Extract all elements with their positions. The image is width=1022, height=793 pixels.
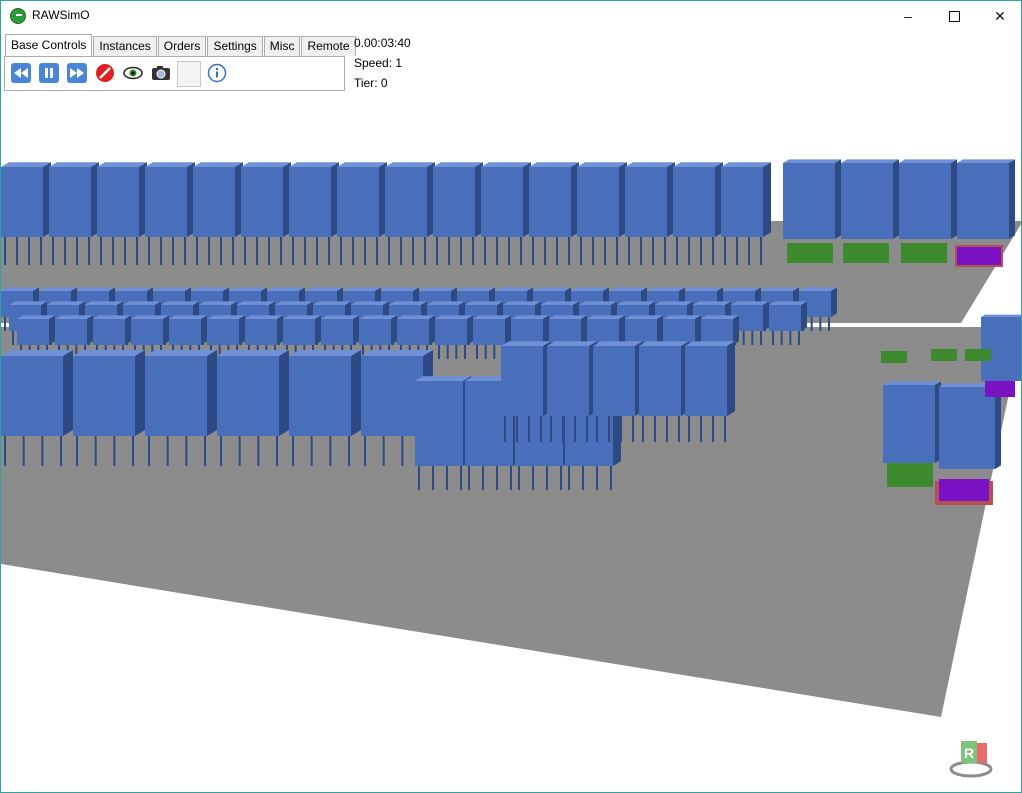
app-logo-icon <box>10 8 26 24</box>
tab-orders[interactable]: Orders <box>157 36 207 56</box>
screenshot-button[interactable] <box>151 63 171 83</box>
title-bar: RAWSimO – ✕ <box>1 1 1021 31</box>
info-icon <box>207 63 227 83</box>
pause-button[interactable] <box>39 63 59 83</box>
sim-time: 0.00:03:40 <box>354 36 411 50</box>
tab-remote[interactable]: Remote <box>301 36 356 56</box>
maximize-icon <box>948 10 960 22</box>
fast-forward-icon <box>67 63 87 83</box>
control-tabs: Base Controls Instances Orders Settings … <box>5 34 357 57</box>
pause-icon <box>39 63 59 83</box>
pod <box>981 314 1021 381</box>
output-station-bot <box>985 381 1015 397</box>
pod <box>899 159 957 239</box>
input-station <box>931 349 957 361</box>
fast-forward-button[interactable] <box>67 63 87 83</box>
input-station <box>787 243 833 263</box>
tab-settings[interactable]: Settings <box>207 36 263 56</box>
camera-icon <box>152 66 170 80</box>
pod <box>783 159 841 239</box>
minimize-button[interactable]: – <box>885 1 931 31</box>
input-station <box>881 351 907 363</box>
warehouse-3d-view[interactable] <box>1 1 1022 793</box>
eye-icon <box>123 66 143 80</box>
tab-instances[interactable]: Instances <box>93 36 157 56</box>
close-button[interactable]: ✕ <box>977 1 1021 31</box>
rewind-icon <box>11 63 31 83</box>
sim-speed: Speed: 1 <box>354 56 403 70</box>
stop-icon <box>96 64 114 82</box>
window-title: RAWSimO <box>32 8 90 22</box>
view-toggle-button[interactable] <box>123 63 143 83</box>
output-station-bot <box>957 247 1001 265</box>
rawsim-logo-icon[interactable]: R <box>947 735 995 779</box>
pod <box>957 159 1015 239</box>
tab-misc[interactable]: Misc <box>263 36 301 56</box>
input-station <box>843 243 889 263</box>
input-station <box>901 243 947 263</box>
info-button[interactable] <box>207 63 227 83</box>
output-station-bot <box>939 479 989 501</box>
blank-button[interactable] <box>177 61 201 87</box>
logo-letter: R <box>964 745 974 761</box>
pod <box>883 381 941 463</box>
app-window: RAWSimO – ✕ Base Controls Instances Orde… <box>0 0 1022 793</box>
tab-base-controls[interactable]: Base Controls <box>5 34 93 56</box>
rewind-button[interactable] <box>11 63 31 83</box>
pod <box>841 159 899 239</box>
input-station <box>887 463 933 487</box>
stop-button[interactable] <box>95 63 115 83</box>
base-controls-panel <box>4 56 345 91</box>
sim-tier: Tier: 0 <box>354 76 388 90</box>
input-station <box>965 349 991 361</box>
maximize-button[interactable] <box>931 1 977 31</box>
